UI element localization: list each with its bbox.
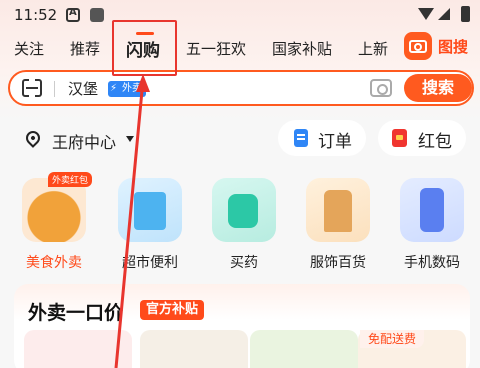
panel-title: 外卖一口价 bbox=[28, 302, 124, 324]
search-input[interactable]: 汉堡 bbox=[68, 78, 98, 99]
category-label: 手机数码 bbox=[404, 255, 460, 271]
search-bar[interactable]: 汉堡 外卖 搜索 bbox=[8, 70, 474, 106]
search-camera-icon[interactable] bbox=[370, 79, 392, 97]
red-packet-label: 红包 bbox=[418, 132, 452, 152]
tab-recommend[interactable]: 推荐 bbox=[70, 38, 100, 59]
promo-panel: 外卖一口价 官方补贴 免配送费 bbox=[14, 284, 470, 368]
battery-icon bbox=[461, 6, 470, 22]
chevron-down-icon bbox=[126, 136, 134, 142]
milk-carton-icon bbox=[118, 178, 182, 242]
annotation-highlight-box bbox=[112, 20, 177, 76]
product-card[interactable] bbox=[24, 330, 132, 368]
accessibility-icon bbox=[66, 7, 80, 22]
search-button[interactable]: 搜索 bbox=[404, 74, 472, 102]
tab-may-day[interactable]: 五一狂欢 bbox=[186, 38, 246, 59]
category-label: 买药 bbox=[230, 255, 258, 271]
subsidy-badge: 官方补贴 bbox=[140, 300, 205, 320]
image-search-label[interactable]: 图搜 bbox=[438, 36, 468, 57]
phone-icon bbox=[400, 178, 464, 242]
food-bowl-icon bbox=[22, 178, 86, 242]
takeout-badge: 外卖 bbox=[108, 81, 146, 97]
tab-national-subsidy[interactable]: 国家补贴 bbox=[272, 38, 332, 59]
product-card[interactable] bbox=[250, 330, 358, 368]
free-delivery-tag: 免配送费 bbox=[360, 330, 425, 348]
order-icon bbox=[294, 129, 308, 147]
tab-follow[interactable]: 关注 bbox=[14, 38, 44, 59]
scan-icon[interactable] bbox=[22, 79, 42, 97]
signal-icon bbox=[438, 8, 450, 20]
orders-button[interactable]: 订单 bbox=[278, 120, 366, 156]
product-card[interactable] bbox=[140, 330, 248, 368]
medicine-bottle-icon bbox=[212, 178, 276, 242]
search-divider bbox=[54, 81, 55, 97]
status-time: 11:52 bbox=[14, 6, 58, 24]
location-pin-icon bbox=[23, 128, 43, 148]
status-bar: 11:52 bbox=[0, 0, 480, 32]
tab-new[interactable]: 上新 bbox=[358, 38, 388, 59]
category-label: 服饰百货 bbox=[310, 255, 366, 271]
camera-lens bbox=[414, 43, 422, 51]
category-label: 超市便利 bbox=[122, 255, 178, 271]
category-tag: 外卖红包 bbox=[48, 172, 93, 187]
category-label: 美食外卖 bbox=[26, 255, 82, 271]
wifi-icon bbox=[418, 8, 434, 20]
red-packet-icon bbox=[392, 129, 407, 147]
notification-icon bbox=[90, 8, 104, 22]
orders-label: 订单 bbox=[318, 132, 352, 152]
location-text[interactable]: 王府中心 bbox=[52, 129, 116, 153]
image-search-button[interactable] bbox=[404, 32, 432, 60]
coat-icon bbox=[306, 178, 370, 242]
red-packet-button[interactable]: 红包 bbox=[378, 120, 466, 156]
